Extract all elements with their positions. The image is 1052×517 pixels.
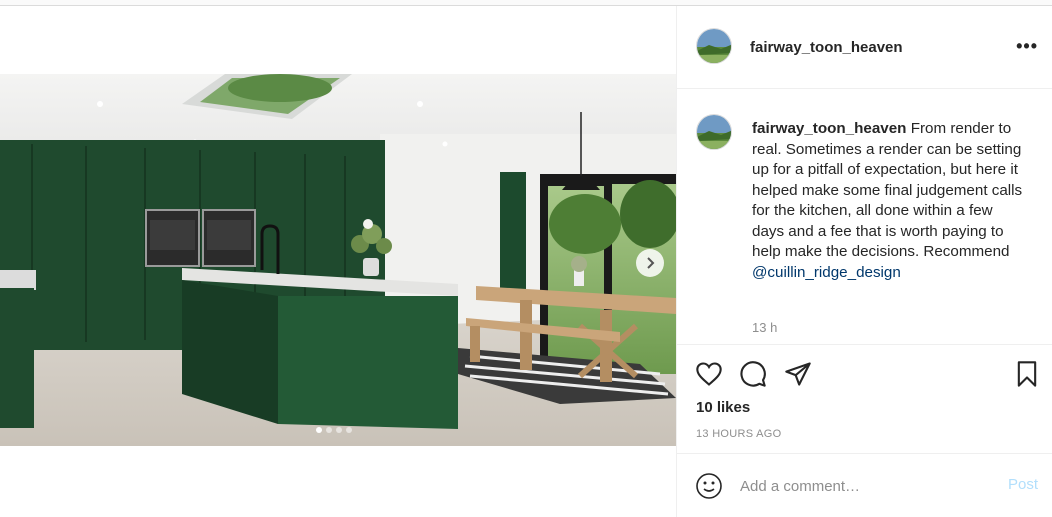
- carousel-next-button[interactable]: [636, 249, 664, 277]
- caption-username[interactable]: fairway_toon_heaven: [752, 120, 906, 137]
- caption-timestamp[interactable]: 13 h: [752, 320, 777, 335]
- bookmark-icon-glyph: [1017, 361, 1037, 387]
- chevron-right-icon: [647, 257, 655, 269]
- emoji-icon[interactable]: [695, 472, 723, 500]
- comment-icon[interactable]: [737, 358, 769, 390]
- caption-avatar[interactable]: [696, 114, 732, 150]
- action-bar: [677, 358, 1052, 394]
- carousel-indicator: [316, 427, 352, 433]
- carousel-dot: [346, 427, 352, 433]
- carousel-dot: [336, 427, 342, 433]
- post-header: fairway_toon_heaven •••: [677, 6, 1052, 89]
- post-sidebar: fairway_toon_heaven ••• fairway_toon_hea…: [677, 6, 1052, 517]
- carousel-dot: [326, 427, 332, 433]
- share-icon[interactable]: [782, 358, 814, 390]
- comment-bar: Post: [677, 453, 1052, 517]
- post-photo[interactable]: [0, 74, 676, 446]
- heart-icon[interactable]: [693, 358, 725, 390]
- bookmark-icon[interactable]: [1011, 358, 1043, 390]
- caption-mention-link[interactable]: @cuillin_ridge_design: [752, 264, 901, 281]
- post-timestamp[interactable]: 13 HOURS AGO: [696, 428, 782, 440]
- caption-body: From render to real. Sometimes a render …: [752, 120, 1023, 260]
- more-options-icon[interactable]: •••: [1016, 36, 1038, 57]
- post-comment-button[interactable]: Post: [1008, 476, 1038, 493]
- caption-section: fairway_toon_heaven From render to real.…: [677, 90, 1052, 345]
- post-media: [0, 6, 677, 517]
- post-username[interactable]: fairway_toon_heaven: [750, 39, 903, 56]
- comment-input[interactable]: [740, 474, 990, 498]
- caption-text: fairway_toon_heaven From render to real.…: [752, 119, 1024, 283]
- avatar-image: [697, 29, 731, 63]
- likes-count[interactable]: 10 likes: [696, 399, 750, 416]
- heart-icon-glyph: [696, 362, 722, 386]
- instagram-post: fairway_toon_heaven ••• fairway_toon_hea…: [0, 5, 1052, 517]
- comment-icon-glyph: [740, 361, 766, 387]
- emoji-icon-glyph: [696, 473, 722, 499]
- carousel-dot-active: [316, 427, 322, 433]
- share-icon-glyph: [785, 362, 811, 386]
- avatar[interactable]: [696, 28, 732, 64]
- kitchen-photo: [0, 74, 676, 446]
- avatar-image: [697, 115, 731, 149]
